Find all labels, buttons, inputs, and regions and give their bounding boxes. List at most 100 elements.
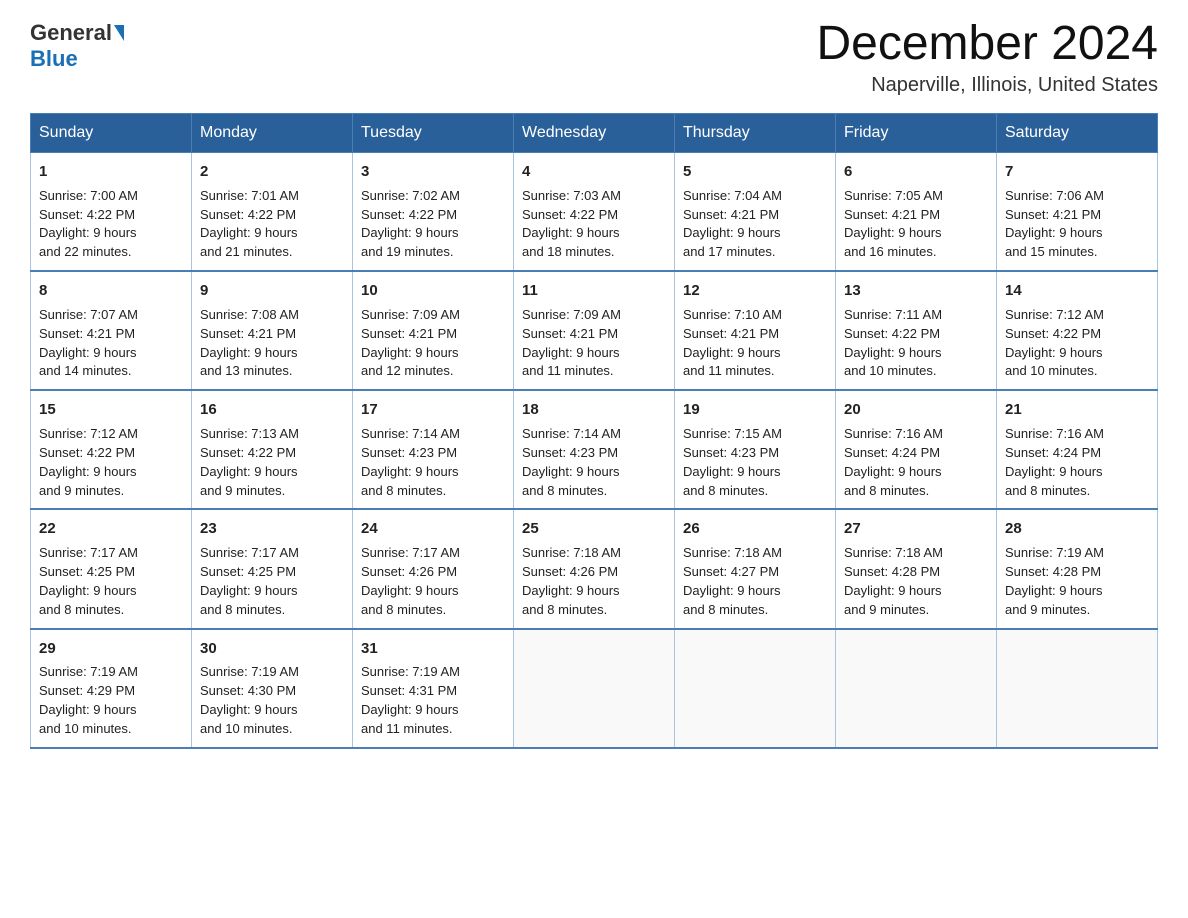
calendar-cell: 2Sunrise: 7:01 AMSunset: 4:22 PMDaylight… — [192, 153, 353, 272]
title-area: December 2024 Naperville, Illinois, Unit… — [816, 20, 1158, 97]
daylight-label: Daylight: 9 hours — [522, 583, 620, 598]
daylight-minutes: and 19 minutes. — [361, 244, 454, 259]
daylight-minutes: and 9 minutes. — [200, 483, 285, 498]
daylight-minutes: and 22 minutes. — [39, 244, 132, 259]
day-number: 24 — [361, 518, 505, 540]
day-number: 11 — [522, 280, 666, 302]
daylight-minutes: and 11 minutes. — [361, 721, 453, 736]
day-info: Sunrise: 7:17 AMSunset: 4:25 PMDaylight:… — [200, 544, 344, 619]
day-number: 22 — [39, 518, 183, 540]
day-number: 20 — [844, 399, 988, 421]
week-row-1: 1Sunrise: 7:00 AMSunset: 4:22 PMDaylight… — [31, 153, 1158, 272]
daylight-label: Daylight: 9 hours — [200, 345, 298, 360]
daylight-minutes: and 11 minutes. — [522, 363, 614, 378]
daylight-minutes: and 8 minutes. — [39, 602, 124, 617]
sunrise-value: Sunrise: 7:12 AM — [39, 426, 138, 441]
logo: General Blue — [30, 20, 126, 72]
day-number: 18 — [522, 399, 666, 421]
sunrise-value: Sunrise: 7:19 AM — [200, 664, 299, 679]
calendar-cell: 29Sunrise: 7:19 AMSunset: 4:29 PMDayligh… — [31, 629, 192, 748]
day-number: 26 — [683, 518, 827, 540]
logo-blue-text: Blue — [30, 46, 78, 72]
daylight-label: Daylight: 9 hours — [1005, 583, 1103, 598]
sunrise-value: Sunrise: 7:03 AM — [522, 188, 621, 203]
day-number: 30 — [200, 638, 344, 660]
daylight-minutes: and 8 minutes. — [1005, 483, 1090, 498]
daylight-label: Daylight: 9 hours — [683, 583, 781, 598]
sunrise-value: Sunrise: 7:07 AM — [39, 307, 138, 322]
sunrise-value: Sunrise: 7:01 AM — [200, 188, 299, 203]
sunrise-value: Sunrise: 7:16 AM — [844, 426, 943, 441]
day-info: Sunrise: 7:18 AMSunset: 4:28 PMDaylight:… — [844, 544, 988, 619]
day-number: 3 — [361, 161, 505, 183]
calendar-cell: 7Sunrise: 7:06 AMSunset: 4:21 PMDaylight… — [997, 153, 1158, 272]
sunset-value: Sunset: 4:22 PM — [1005, 326, 1101, 341]
daylight-minutes: and 17 minutes. — [683, 244, 776, 259]
calendar-cell: 11 Sunrise: 7:09 AMSunset: 4:21 PMDayligh… — [514, 271, 675, 390]
daylight-label: Daylight: 9 hours — [1005, 345, 1103, 360]
calendar-cell: 8Sunrise: 7:07 AMSunset: 4:21 PMDaylight… — [31, 271, 192, 390]
day-info: Sunrise: 7:15 AMSunset: 4:23 PMDaylight:… — [683, 425, 827, 500]
day-number: 27 — [844, 518, 988, 540]
daylight-label: Daylight: 9 hours — [844, 225, 942, 240]
day-info: Sunrise: 7:08 AMSunset: 4:21 PMDaylight:… — [200, 306, 344, 381]
header-tuesday: Tuesday — [353, 114, 514, 153]
logo-general-text: General — [30, 20, 112, 46]
daylight-label: Daylight: 9 hours — [361, 225, 459, 240]
header-saturday: Saturday — [997, 114, 1158, 153]
daylight-minutes: and 18 minutes. — [522, 244, 615, 259]
day-info: Sunrise: 7:17 AMSunset: 4:26 PMDaylight:… — [361, 544, 505, 619]
calendar-cell: 23Sunrise: 7:17 AMSunset: 4:25 PMDayligh… — [192, 509, 353, 628]
header-monday: Monday — [192, 114, 353, 153]
sunset-value: Sunset: 4:29 PM — [39, 683, 135, 698]
daylight-minutes: and 13 minutes. — [200, 363, 293, 378]
sunrise-value: Sunrise: 7:19 AM — [39, 664, 138, 679]
sunrise-value: Sunrise: 7:14 AM — [522, 426, 621, 441]
calendar-cell: 31Sunrise: 7:19 AMSunset: 4:31 PMDayligh… — [353, 629, 514, 748]
calendar-cell — [675, 629, 836, 748]
day-info: Sunrise: 7:03 AMSunset: 4:22 PMDaylight:… — [522, 187, 666, 262]
calendar-cell: 16Sunrise: 7:13 AMSunset: 4:22 PMDayligh… — [192, 390, 353, 509]
daylight-minutes: and 10 minutes. — [39, 721, 132, 736]
sunset-value: Sunset: 4:21 PM — [200, 326, 296, 341]
sunrise-value: Sunrise: 7:10 AM — [683, 307, 782, 322]
daylight-label: Daylight: 9 hours — [39, 702, 137, 717]
day-number: 7 — [1005, 161, 1149, 183]
day-info: Sunrise: 7:00 AMSunset: 4:22 PMDaylight:… — [39, 187, 183, 262]
daylight-label: Daylight: 9 hours — [522, 464, 620, 479]
page-header: General Blue December 2024 Naperville, I… — [30, 20, 1158, 97]
daylight-minutes: and 9 minutes. — [1005, 602, 1090, 617]
sunrise-value: Sunrise: 7:17 AM — [39, 545, 138, 560]
header-sunday: Sunday — [31, 114, 192, 153]
sunrise-value: Sunrise: 7:15 AM — [683, 426, 782, 441]
daylight-label: Daylight: 9 hours — [844, 464, 942, 479]
daylight-minutes: and 9 minutes. — [39, 483, 124, 498]
sunset-value: Sunset: 4:23 PM — [683, 445, 779, 460]
sunset-value: Sunset: 4:22 PM — [39, 207, 135, 222]
calendar-cell — [836, 629, 997, 748]
calendar-cell: 10Sunrise: 7:09 AMSunset: 4:21 PMDayligh… — [353, 271, 514, 390]
daylight-label: Daylight: 9 hours — [844, 583, 942, 598]
sunrise-value: Sunrise: 7:19 AM — [1005, 545, 1104, 560]
calendar-cell: 26Sunrise: 7:18 AMSunset: 4:27 PMDayligh… — [675, 509, 836, 628]
calendar-cell: 22Sunrise: 7:17 AMSunset: 4:25 PMDayligh… — [31, 509, 192, 628]
day-info: Sunrise: 7:16 AMSunset: 4:24 PMDaylight:… — [1005, 425, 1149, 500]
day-info: Sunrise: 7:09 AMSunset: 4:21 PMDaylight:… — [522, 306, 666, 381]
day-number: 15 — [39, 399, 183, 421]
calendar-cell: 15Sunrise: 7:12 AMSunset: 4:22 PMDayligh… — [31, 390, 192, 509]
calendar-cell: 17Sunrise: 7:14 AMSunset: 4:23 PMDayligh… — [353, 390, 514, 509]
day-info: Sunrise: 7:14 AMSunset: 4:23 PMDaylight:… — [361, 425, 505, 500]
calendar-cell: 4Sunrise: 7:03 AMSunset: 4:22 PMDaylight… — [514, 153, 675, 272]
sunset-value: Sunset: 4:24 PM — [1005, 445, 1101, 460]
sunset-value: Sunset: 4:25 PM — [200, 564, 296, 579]
day-number: 6 — [844, 161, 988, 183]
day-info: Sunrise: 7:01 AMSunset: 4:22 PMDaylight:… — [200, 187, 344, 262]
daylight-minutes: and 10 minutes. — [844, 363, 937, 378]
sunset-value: Sunset: 4:28 PM — [844, 564, 940, 579]
sunset-value: Sunset: 4:27 PM — [683, 564, 779, 579]
day-info: Sunrise: 7:04 AMSunset: 4:21 PMDaylight:… — [683, 187, 827, 262]
daylight-minutes: and 8 minutes. — [361, 483, 446, 498]
day-info: Sunrise: 7:07 AMSunset: 4:21 PMDaylight:… — [39, 306, 183, 381]
daylight-minutes: and 8 minutes. — [683, 483, 768, 498]
daylight-label: Daylight: 9 hours — [39, 345, 137, 360]
